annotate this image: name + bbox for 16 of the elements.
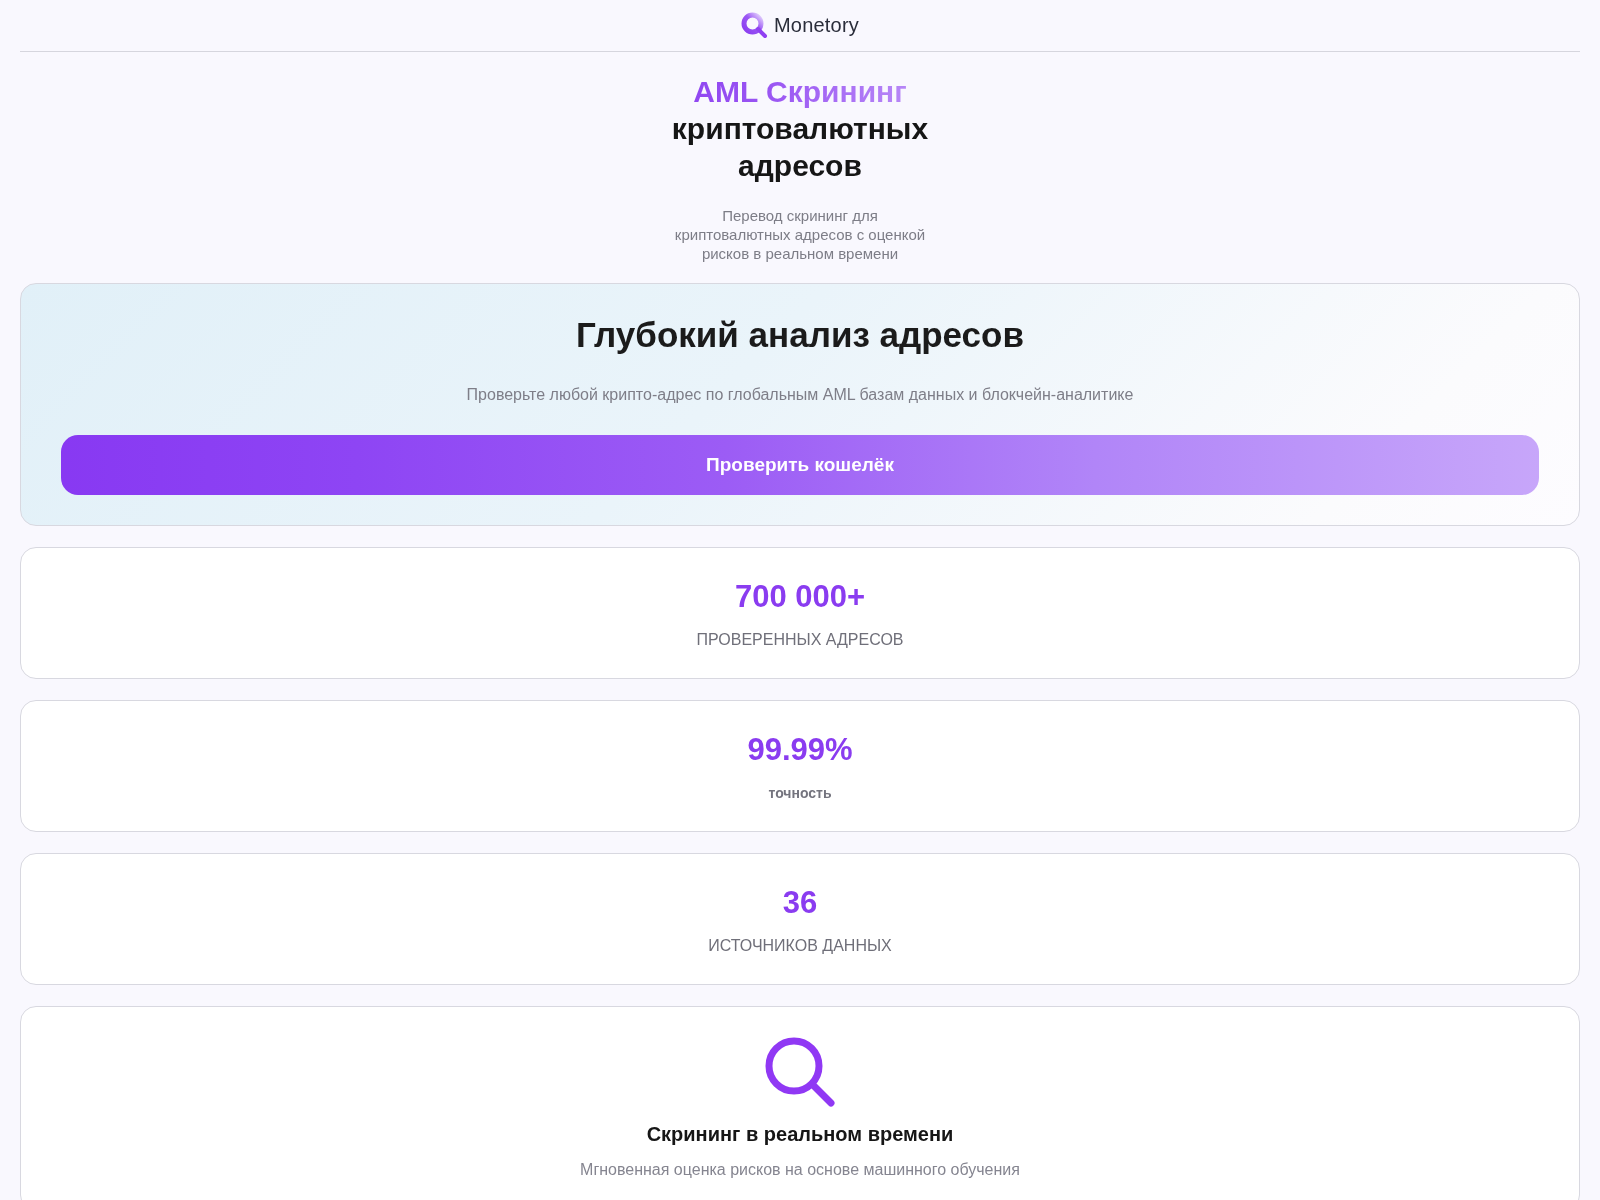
logo-icon bbox=[741, 12, 768, 39]
stat-value: 36 bbox=[782, 885, 818, 921]
stat-value: 700 000+ bbox=[734, 579, 866, 615]
page-subtitle: Перевод скрининг для криптовалютных адресов с оценкой рисков в реальном времени bbox=[673, 206, 927, 263]
brand-name: Monetory bbox=[774, 14, 859, 37]
stat-label: ИСТОЧНИКОВ ДАННЫХ bbox=[708, 936, 892, 956]
card-title: Глубокий анализ адресов bbox=[576, 315, 1024, 355]
feature-title: Скрининг в реальном времени bbox=[646, 1122, 954, 1146]
feature-description: Мгновенная оценка рисков на основе машинного обучения bbox=[580, 1160, 1020, 1180]
search-icon bbox=[765, 1037, 835, 1107]
check-wallet-button[interactable]: Проверить кошелёк bbox=[61, 435, 1539, 495]
stat-label: точность bbox=[768, 784, 832, 803]
card-description: Проверьте любой крипто-адрес по глобальным AML базам данных и блокчейн-аналитике bbox=[466, 385, 1134, 405]
stat-value: 99.99% bbox=[747, 732, 853, 768]
stat-label: ПРОВЕРЕННЫХ АДРЕСОВ bbox=[696, 630, 904, 650]
page-title: AML Скрининг криптовалютных адресов bbox=[640, 73, 960, 184]
